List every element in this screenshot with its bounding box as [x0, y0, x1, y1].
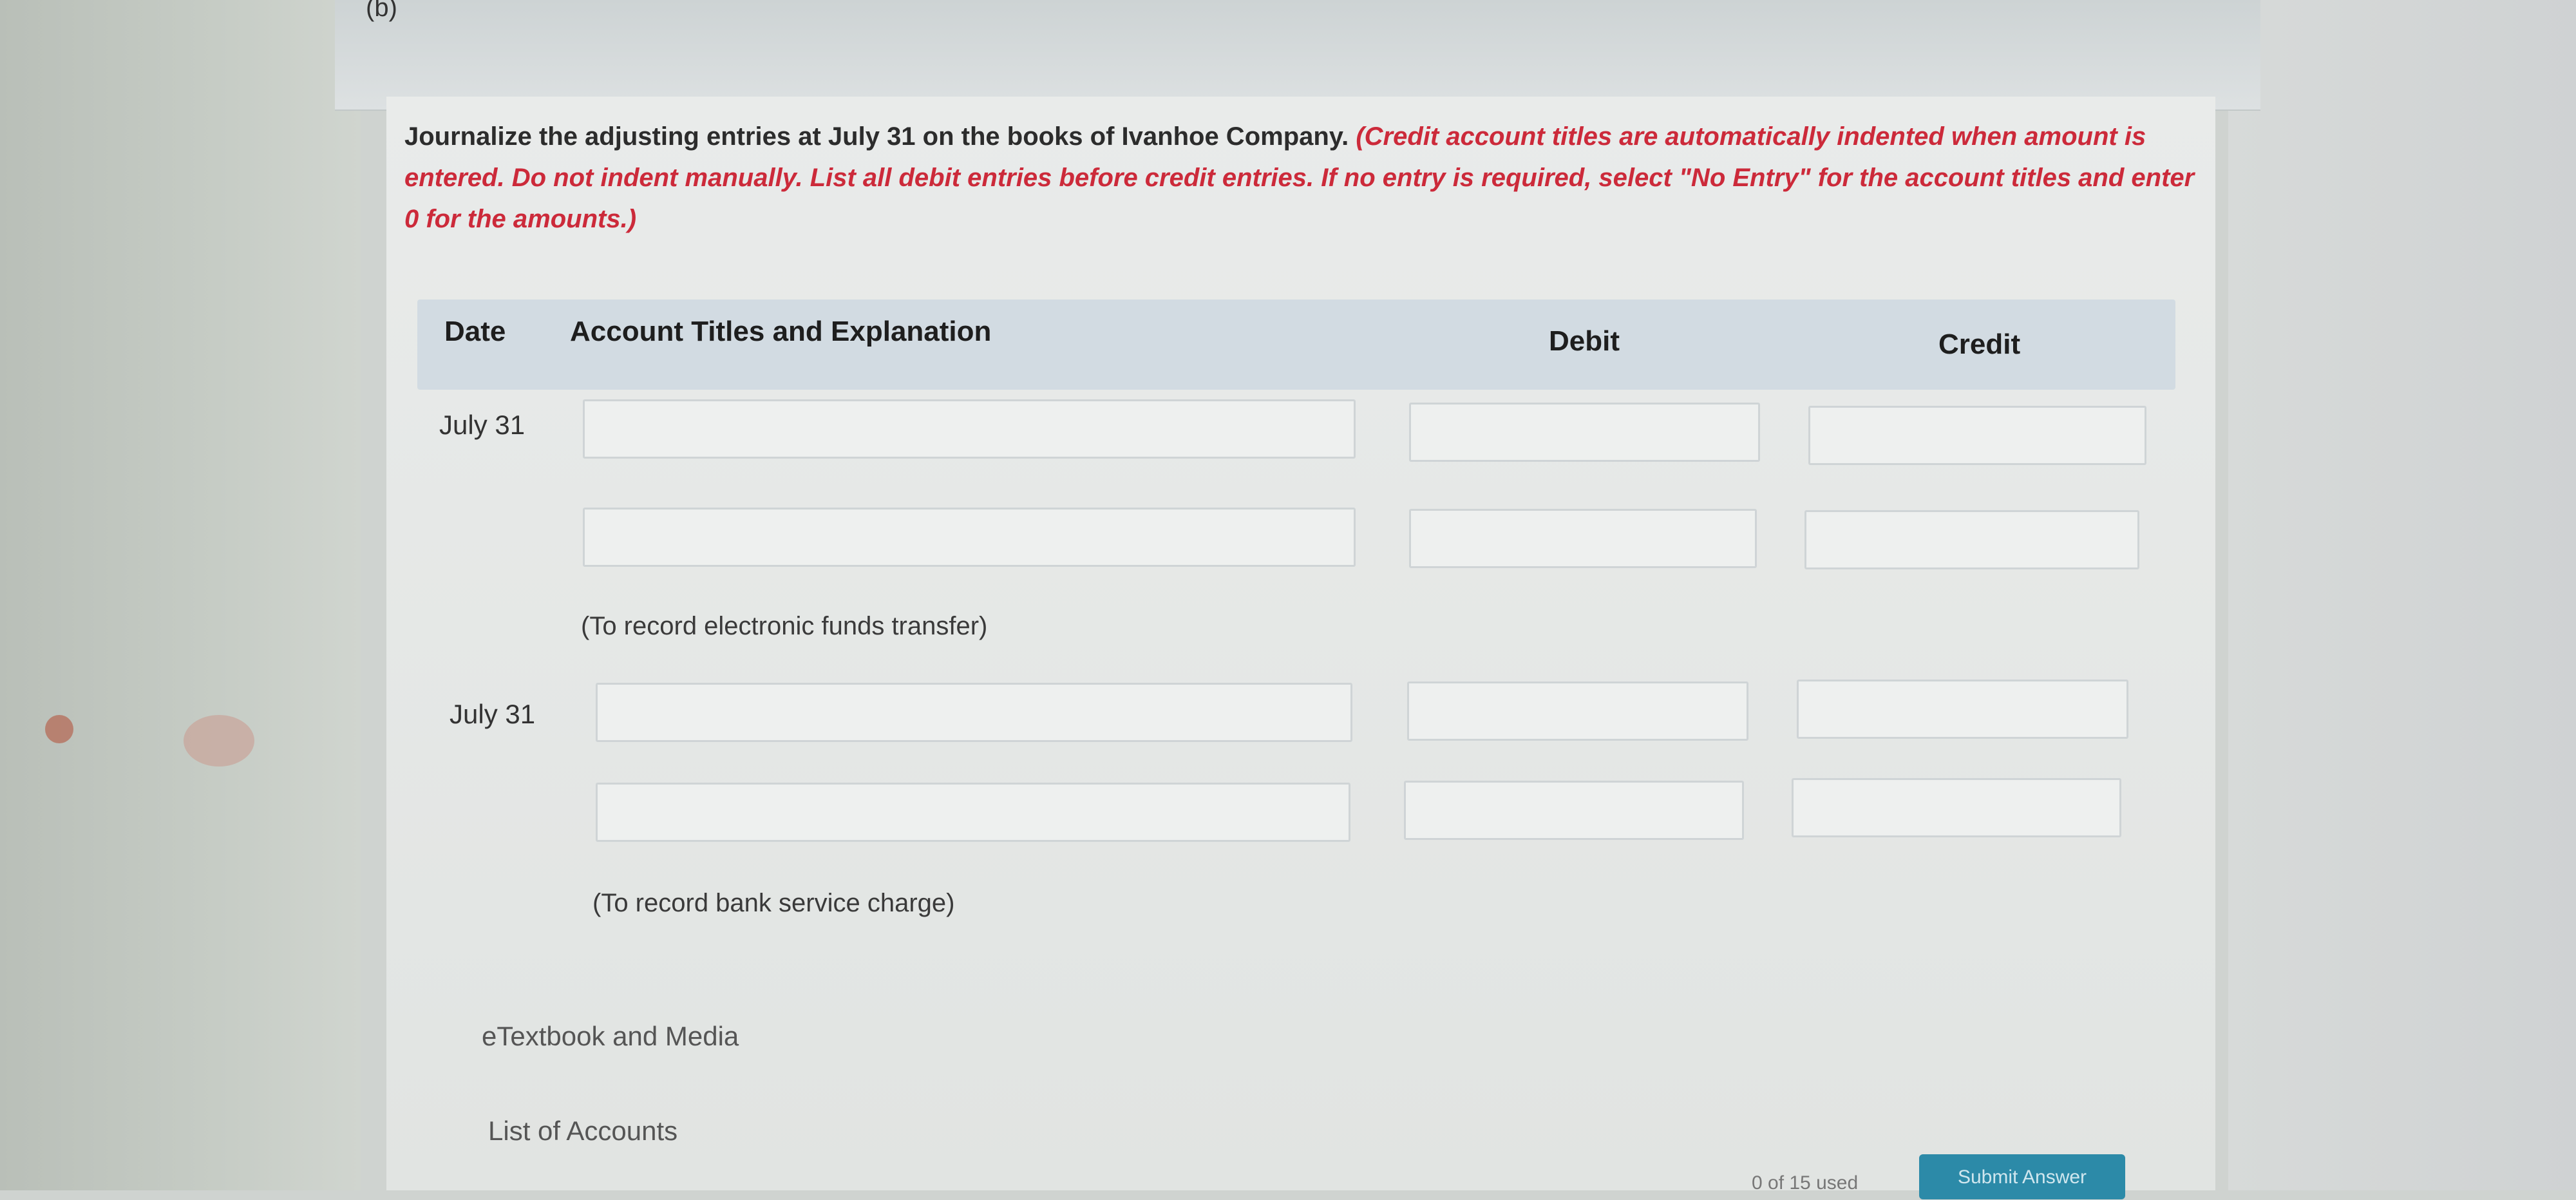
debit-input[interactable] [1409, 509, 1757, 568]
header-date: Date [444, 316, 506, 347]
header-credit: Credit [1938, 329, 2021, 360]
credit-input[interactable] [1792, 778, 2121, 837]
account-title-input[interactable] [596, 783, 1350, 842]
header-debit: Debit [1549, 325, 1620, 357]
light-spot [184, 715, 254, 767]
screen-bezel-right [2228, 0, 2576, 1190]
credit-input[interactable] [1797, 680, 2128, 739]
submit-answer-button[interactable]: Submit Answer [1919, 1154, 2125, 1199]
account-title-input[interactable] [596, 683, 1352, 742]
credit-input[interactable] [1804, 510, 2139, 569]
entry-date: July 31 [439, 410, 526, 440]
debit-input[interactable] [1409, 403, 1760, 462]
entry-date: July 31 [450, 699, 536, 729]
credit-input[interactable] [1808, 406, 2146, 465]
account-title-input[interactable] [583, 508, 1356, 567]
screen-bezel-left [0, 0, 361, 1190]
header-account-titles: Account Titles and Explanation [570, 316, 992, 347]
account-title-input[interactable] [583, 399, 1356, 459]
list-of-accounts-link[interactable]: List of Accounts [488, 1116, 677, 1147]
instructions-text: Journalize the adjusting entries at July… [404, 122, 1356, 151]
debit-input[interactable] [1404, 781, 1744, 840]
debit-input[interactable] [1407, 681, 1748, 741]
attempts-counter: 0 of 15 used [1752, 1172, 1859, 1194]
light-spot [45, 715, 73, 743]
part-label: (b) [366, 0, 397, 22]
instructions: Journalize the adjusting entries at July… [404, 116, 2195, 240]
entry-explanation: (To record electronic funds transfer) [581, 612, 988, 640]
etextbook-link[interactable]: eTextbook and Media [482, 1021, 739, 1052]
top-bar [335, 0, 2260, 111]
entry-explanation: (To record bank service charge) [592, 889, 955, 917]
